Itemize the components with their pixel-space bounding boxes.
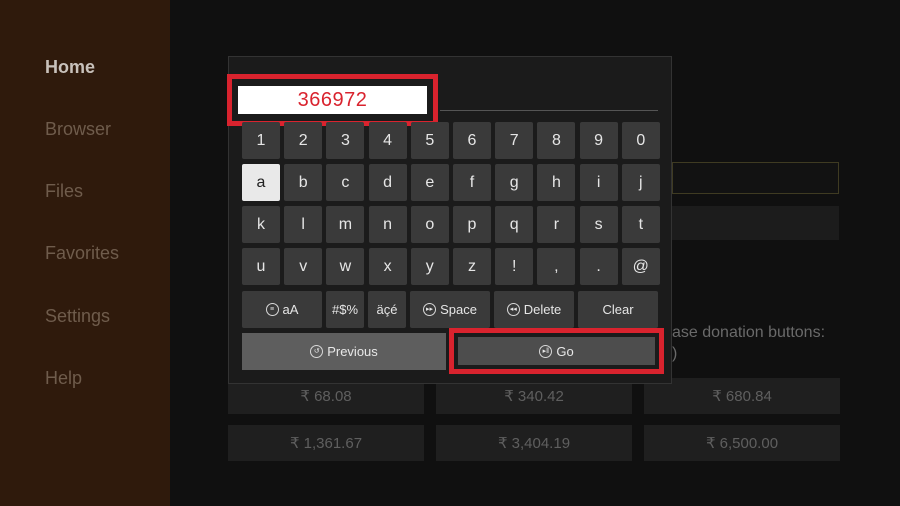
key-2-0[interactable]: k [242,206,280,243]
key-3-1[interactable]: v [284,248,323,285]
key-3-9[interactable]: @ [621,248,660,285]
sidebar-item-help[interactable]: Help [45,368,82,389]
delete-label: Delete [523,302,562,317]
key-1-5[interactable]: f [453,164,491,201]
key-1-1[interactable]: b [284,164,323,201]
key-0-1[interactable]: 2 [284,122,323,159]
menu-icon: ≡ [265,303,279,316]
key-2-5[interactable]: p [453,206,491,243]
key-2-4[interactable]: o [410,206,449,243]
sidebar-item-browser[interactable]: Browser [45,119,111,140]
key-1-7[interactable]: h [537,164,576,201]
key-1-0[interactable]: a [242,164,280,201]
key-3-7[interactable]: , [537,248,576,285]
key-3-0[interactable]: u [242,248,280,285]
key-0-0[interactable]: 1 [242,122,280,159]
key-0-5[interactable]: 6 [453,122,491,159]
sidebar-item-files[interactable]: Files [45,181,83,202]
key-3-4[interactable]: y [410,248,449,285]
space-label: Space [440,302,477,317]
accents-key[interactable]: äçé [368,291,406,328]
key-0-2[interactable]: 3 [326,122,365,159]
donation-button[interactable]: ₹ 6,500.00 [644,425,840,461]
case-toggle-key[interactable]: ≡ aA [242,291,322,328]
key-3-6[interactable]: ! [495,248,534,285]
key-2-1[interactable]: l [284,206,323,243]
donation-button[interactable]: ₹ 680.84 [644,378,840,414]
key-0-6[interactable]: 7 [495,122,534,159]
sidebar-item-favorites[interactable]: Favorites [45,243,119,264]
case-toggle-label: aA [282,302,299,317]
key-2-3[interactable]: n [368,206,407,243]
key-0-4[interactable]: 5 [410,122,449,159]
sidebar-item-home[interactable]: Home [45,57,95,78]
sidebar: Home Browser Files Favorites Settings He… [0,0,170,506]
background-input-field [672,162,839,194]
donation-text-line: ase donation buttons: [672,324,826,341]
key-0-7[interactable]: 8 [537,122,576,159]
replay-icon: ↺ [310,345,324,358]
input-highlight-box [227,74,438,126]
key-1-2[interactable]: c [326,164,365,201]
donation-button[interactable]: ₹ 3,404.19 [436,425,632,461]
donation-button[interactable]: ₹ 1,361.67 [228,425,424,461]
key-0-9[interactable]: 0 [621,122,660,159]
key-1-8[interactable]: i [579,164,618,201]
sidebar-item-settings[interactable]: Settings [45,306,110,327]
key-3-2[interactable]: w [326,248,365,285]
key-3-8[interactable]: . [579,248,618,285]
key-1-6[interactable]: g [495,164,534,201]
fast-forward-icon: ▸▸ [423,303,437,316]
background-bar [672,206,839,240]
key-3-3[interactable]: x [368,248,407,285]
key-1-4[interactable]: e [410,164,449,201]
key-1-3[interactable]: d [368,164,407,201]
go-highlight-box [449,328,664,374]
input-underline [440,110,658,111]
previous-label: Previous [327,344,378,359]
key-3-5[interactable]: z [453,248,491,285]
key-1-9[interactable]: j [621,164,660,201]
key-2-2[interactable]: m [326,206,365,243]
key-2-7[interactable]: r [537,206,576,243]
key-2-8[interactable]: s [579,206,618,243]
key-0-8[interactable]: 9 [579,122,618,159]
rewind-icon: ◂◂ [506,303,520,316]
key-2-9[interactable]: t [621,206,660,243]
key-0-3[interactable]: 4 [368,122,407,159]
space-key[interactable]: ▸▸ Space [410,291,490,328]
symbols-key[interactable]: #$% [326,291,364,328]
clear-key[interactable]: Clear [578,291,658,328]
donation-description: ase donation buttons: ) [672,322,825,364]
key-2-6[interactable]: q [495,206,534,243]
donation-text-line: ) [672,345,678,362]
previous-button[interactable]: ↺ Previous [242,333,446,370]
delete-key[interactable]: ◂◂ Delete [494,291,574,328]
